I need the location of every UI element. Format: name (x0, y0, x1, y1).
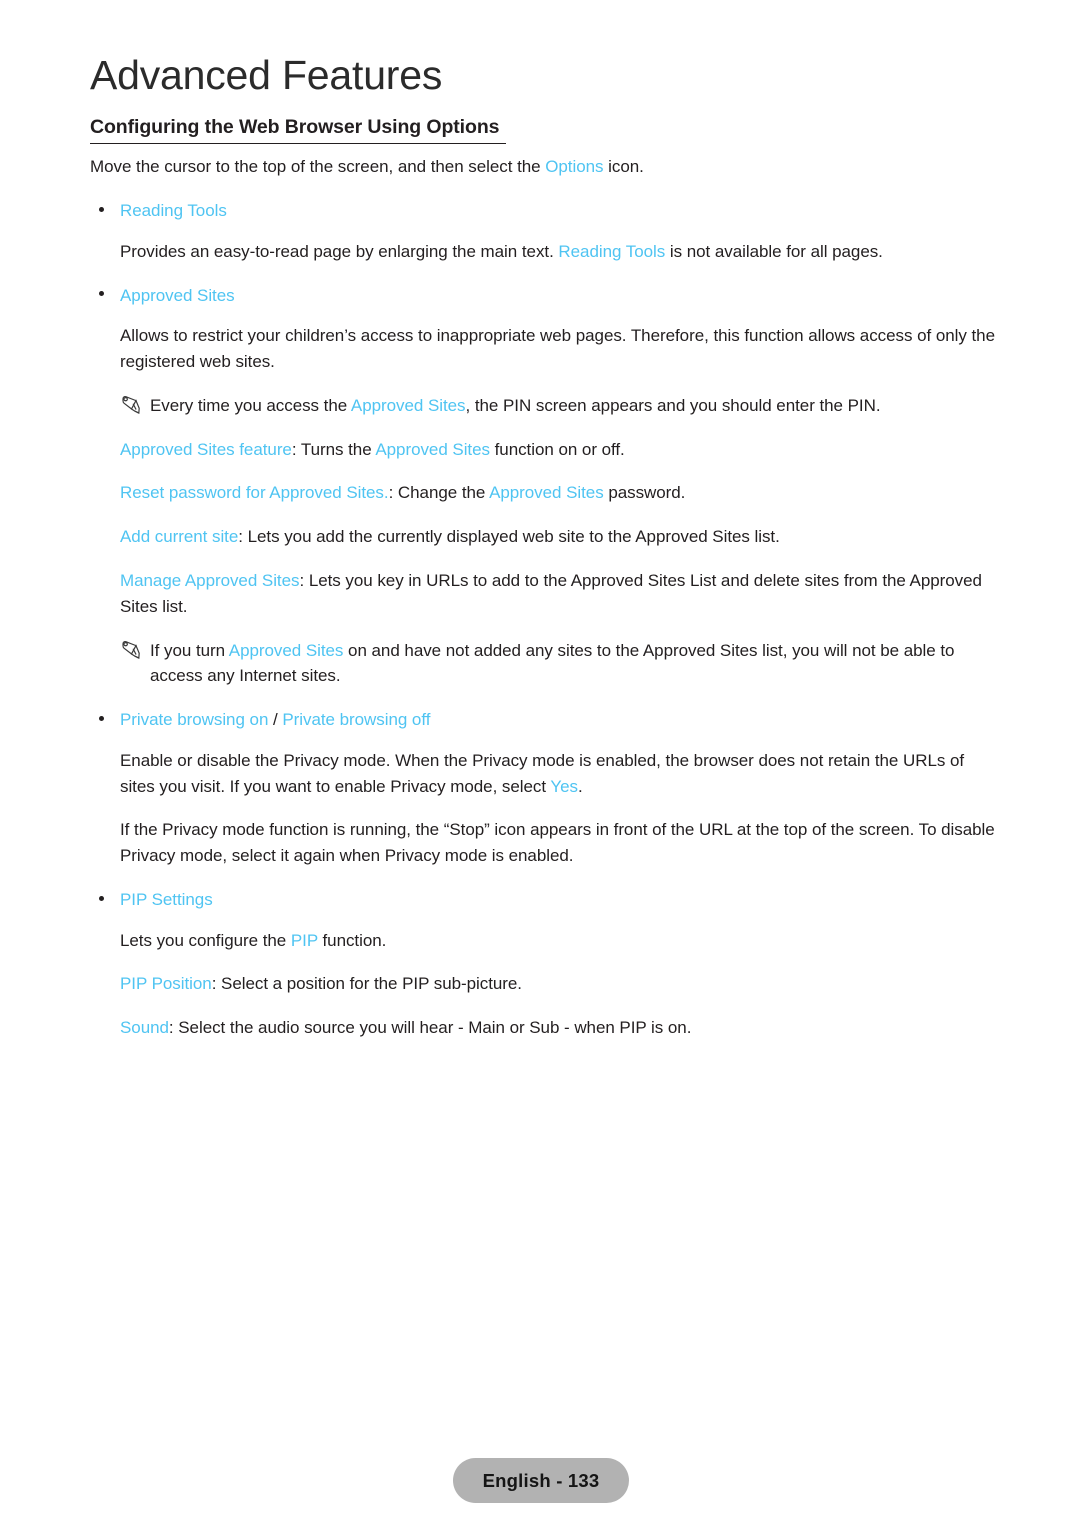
note2-term: Approved Sites (228, 640, 344, 660)
pip-term: PIP (290, 930, 318, 950)
note1-pre: Every time you access the (150, 395, 351, 415)
pip-position-post: : Select a position for the PIP sub-pict… (211, 974, 522, 994)
private-browsing-off-term: Private browsing off (282, 710, 431, 730)
bullet-dot-icon (99, 206, 104, 212)
manage-approved-sites-line: Manage Approved Sites: Lets you key in U… (120, 568, 1000, 620)
private-browsing-description-2: If the Privacy mode function is running,… (120, 820, 995, 866)
private-browsing-yes-term: Yes (550, 776, 578, 796)
bullet-dot-icon (99, 715, 104, 721)
reset-password-line: Reset password for Approved Sites.: Chan… (120, 480, 1000, 506)
reading-tools-term: Reading Tools (558, 241, 666, 261)
note2-pre: If you turn (150, 640, 229, 660)
manage-approved-sites-term: Manage Approved Sites (120, 571, 300, 590)
private-browsing-desc1-pre: Enable or disable the Privacy mode. When… (120, 750, 965, 796)
private-browsing-description-1: Enable or disable the Privacy mode. When… (120, 748, 1000, 800)
pip-sound-term: Sound (120, 1018, 169, 1038)
bullet-item-pip-settings: PIP Settings (90, 887, 1000, 913)
private-browsing-on-term: Private browsing on (120, 710, 269, 730)
bullet-label-reading-tools: Reading Tools (120, 201, 227, 221)
note-approved-sites-pin: Every time you access the Approved Sites… (90, 393, 1000, 419)
reset-password-term2: Approved Sites (489, 483, 604, 503)
approved-sites-feature-mid: : Turns the (291, 439, 376, 459)
reading-tools-desc-post: is not available for all pages. (665, 241, 883, 261)
pencil-note-icon (122, 395, 140, 414)
approved-sites-feature-term2: Approved Sites (375, 439, 490, 459)
reading-tools-desc-pre: Provides an easy-to-read page by enlargi… (120, 241, 559, 261)
intro-text-pre: Move the cursor to the top of the screen… (90, 157, 546, 177)
bullet-label-pip-settings: PIP Settings (120, 890, 213, 910)
note1-post: , the PIN screen appears and you should … (465, 395, 881, 415)
page-number-badge: English - 133 (453, 1458, 629, 1503)
pip-sound-line: Sound: Select the audio source you will … (120, 1015, 1000, 1041)
pip-sound-post: : Select the audio source you will hear … (168, 1018, 692, 1038)
chapter-title: Advanced Features (90, 52, 443, 98)
pencil-note-icon (122, 640, 140, 659)
approved-sites-feature-line: Approved Sites feature: Turns the Approv… (120, 437, 1000, 463)
approved-sites-feature-term: Approved Sites feature (120, 439, 292, 459)
reading-tools-description: Provides an easy-to-read page by enlargi… (120, 239, 1000, 265)
private-browsing-desc1-post: . (578, 776, 583, 796)
reset-password-term: Reset password for Approved Sites. (120, 483, 389, 503)
bullet-item-private-browsing: Private browsing on / Private browsing o… (90, 707, 1000, 733)
section-heading: Configuring the Web Browser Using Option… (90, 115, 1000, 144)
pip-position-term: PIP Position (120, 974, 212, 994)
page-number-label: English - 133 (482, 1469, 600, 1491)
bullet-item-approved-sites: Approved Sites (90, 283, 1000, 309)
add-current-site-line: Add current site: Lets you add the curre… (120, 524, 1000, 550)
page-content: Configuring the Web Browser Using Option… (90, 115, 1000, 1059)
add-current-site-term: Add current site (120, 527, 239, 547)
bullet-item-reading-tools: Reading Tools (90, 198, 1000, 224)
pip-settings-desc-pre: Lets you configure the (120, 930, 291, 950)
section-heading-text: Configuring the Web Browser Using Option… (90, 116, 507, 144)
manual-page: Advanced Features Configuring the Web Br… (0, 0, 1080, 1534)
intro-text-post: icon. (603, 157, 644, 177)
reset-password-post: password. (603, 483, 686, 503)
bullet-dot-icon (99, 895, 104, 901)
note1-term: Approved Sites (350, 395, 466, 415)
add-current-site-post: : Lets you add the currently displayed w… (238, 527, 780, 547)
pip-position-line: PIP Position: Select a position for the … (120, 971, 1000, 997)
intro-paragraph: Move the cursor to the top of the screen… (90, 154, 1000, 180)
pip-settings-description: Lets you configure the PIP function. (120, 928, 1000, 954)
approved-sites-feature-post: function on or off. (489, 439, 625, 459)
private-browsing-separator: / (268, 710, 283, 730)
bullet-label-approved-sites: Approved Sites (120, 285, 235, 305)
note-approved-sites-empty: If you turn Approved Sites on and have n… (90, 638, 1000, 690)
bullet-dot-icon (99, 291, 104, 297)
approved-sites-description: Allows to restrict your children’s acces… (120, 326, 995, 371)
reset-password-mid: : Change the (388, 483, 490, 503)
options-term: Options (545, 157, 604, 177)
pip-settings-desc-post: function. (317, 930, 387, 950)
